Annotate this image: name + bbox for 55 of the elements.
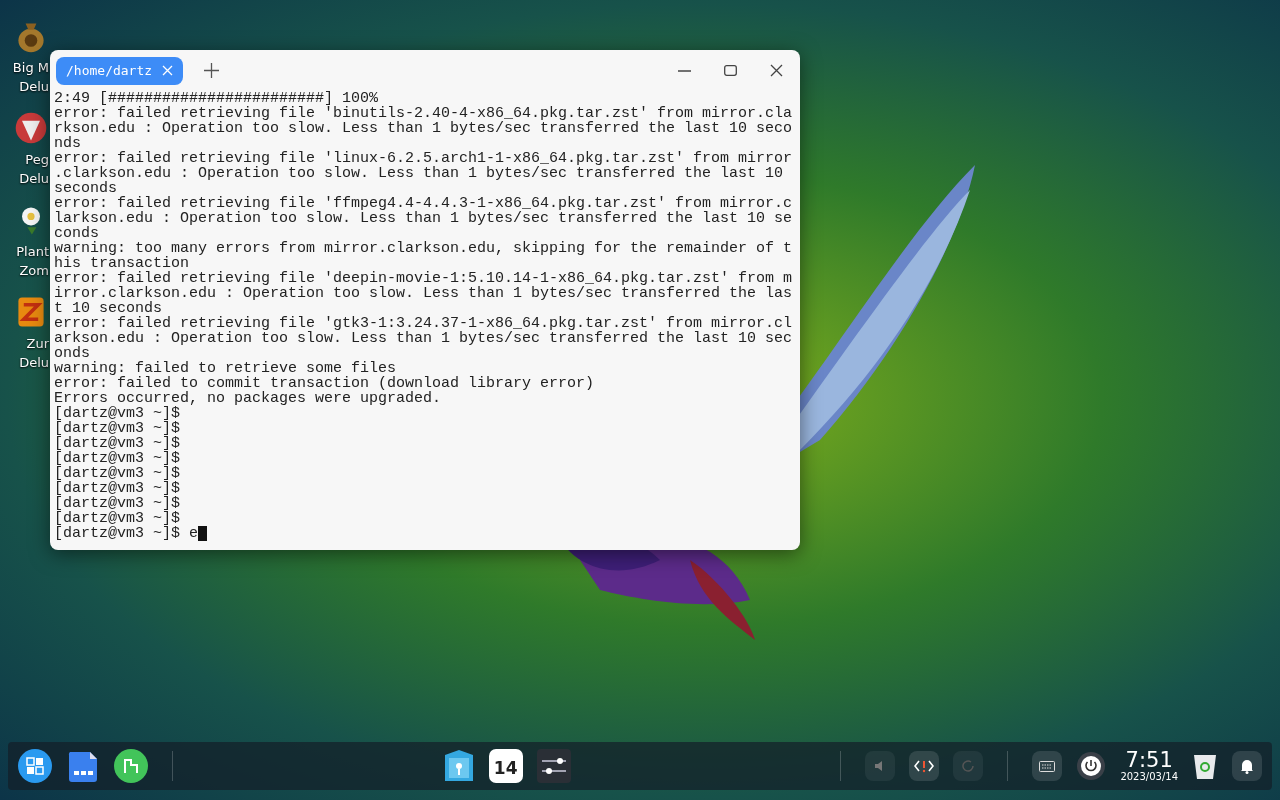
maximize-icon <box>723 65 737 76</box>
terminal-line: error: failed retrieving file 'ffmpeg4.4-4.4.3-1-x86_64.pkg.tar.zst' from mirror.c <box>54 196 794 211</box>
file-manager-icon[interactable] <box>66 749 100 783</box>
minimize-icon <box>677 69 691 72</box>
launcher-icon[interactable] <box>18 749 52 783</box>
terminal-line: error: failed to commit transaction (download library error) <box>54 376 596 391</box>
notification-bell-icon[interactable] <box>1232 751 1262 781</box>
terminal-line: t 10 seconds <box>54 301 163 316</box>
app-label[interactable]: Plant Zom <box>16 242 49 280</box>
terminal-line: nds <box>54 136 82 151</box>
terminal-line: onds <box>54 346 90 361</box>
sliders-icon[interactable] <box>536 749 571 783</box>
clock-time[interactable]: 7:51 <box>1125 749 1173 771</box>
terminal-line: error: failed retrieving file 'deepin-movie-1:5.10.14-1-x86_64.pkg.tar.zst' from m <box>54 271 794 286</box>
close-icon[interactable] <box>162 65 174 76</box>
app-label[interactable]: Big M Delu <box>12 58 49 96</box>
terminal-line: [dartz@vm3 ~]$ <box>54 511 182 526</box>
terminal-line: seconds <box>54 181 118 196</box>
calendar-icon[interactable]: 14 <box>488 749 523 783</box>
clock-date[interactable]: 2023/03/14 <box>1120 771 1178 783</box>
keyboard-icon[interactable] <box>1032 751 1063 781</box>
terminal-line: [dartz@vm3 ~]$ <box>54 496 182 511</box>
terminal-line: [dartz@vm3 ~]$ <box>54 481 182 496</box>
terminal-line: larkson.edu : Operation too slow. Less than 1 bytes/sec transferred the last 10 se <box>54 211 794 226</box>
package-icon[interactable] <box>442 749 475 783</box>
terminal-line: [dartz@vm3 ~]$ <box>54 421 182 436</box>
close-icon <box>769 64 783 77</box>
terminal-line: error: failed retrieving file 'gtk3-1:3.24.37-1-x86_64.pkg.tar.zst' from mirror.cl <box>54 316 794 331</box>
terminal-line: .clarkson.edu : Operation too slow. Less than 1 bytes/sec transferred the last 10 <box>54 166 785 181</box>
terminal-line: error: failed retrieving file 'binutils-2.40-4-x86_64.pkg.tar.zst' from mirror.cla <box>54 106 794 121</box>
terminal-line: error: failed retrieving file 'linux-6.2.5.arch1-1-x86_64.pkg.tar.zst' from mirror <box>54 151 794 166</box>
terminal-line: rkson.edu : Operation too slow. Less than 1 bytes/sec transferred the last 10 seco <box>54 121 794 136</box>
power-icon[interactable] <box>1076 751 1107 781</box>
terminal-line: conds <box>54 226 99 241</box>
terminal-line: arkson.edu : Operation too slow. Less than 1 bytes/sec transferred the last 10 sec <box>54 331 794 346</box>
terminal-prompt: [dartz@vm3 ~]$ <box>54 526 182 541</box>
terminal-line: [dartz@vm3 ~]$ <box>54 466 182 481</box>
command-input[interactable]: e <box>189 526 199 541</box>
app-label[interactable]: Zur Delu <box>19 334 49 372</box>
code-warning-icon[interactable] <box>909 751 940 781</box>
terminal-line: warning: too many errors from mirror.clarkson.edu, skipping for the remainder of t <box>54 241 794 256</box>
app-icon[interactable] <box>114 749 148 783</box>
terminal-line: his transaction <box>54 256 190 271</box>
terminal-line: Errors occurred, no packages were upgraded. <box>54 391 442 406</box>
terminal-line: warning: failed to retrieve some files <box>54 361 397 376</box>
terminal-line: irror.clarkson.edu : Operation too slow. Less than 1 bytes/sec transferred the las <box>54 286 794 301</box>
terminal-line: [dartz@vm3 ~]$ <box>54 406 182 421</box>
terminal-line: 2:49 [########################] 100% <box>54 91 379 106</box>
app-label[interactable]: Peg Delu <box>19 150 49 188</box>
plus-icon <box>203 63 219 78</box>
text-cursor <box>198 526 208 541</box>
app-icon[interactable] <box>13 110 49 146</box>
speaker-icon[interactable] <box>865 751 896 781</box>
terminal-line: [dartz@vm3 ~]$ <box>54 451 182 466</box>
terminal-line: [dartz@vm3 ~]$ <box>54 436 182 451</box>
